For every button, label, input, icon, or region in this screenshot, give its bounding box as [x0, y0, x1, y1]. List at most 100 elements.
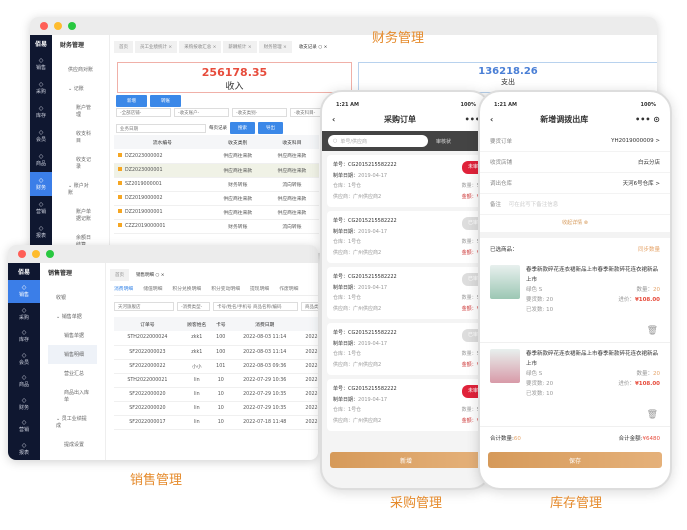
nav-item[interactable]: ◇ 库存	[30, 100, 52, 124]
search-button[interactable]: 搜索	[230, 122, 255, 134]
menu-item[interactable]: ⌄ 记账	[60, 79, 101, 98]
back-icon[interactable]: ‹	[490, 115, 493, 124]
order-card[interactable]: 单号：CG2015215582222 制单日期：2019-04-17 仓库：1号…	[327, 323, 489, 375]
table-row[interactable]: DZ2023000001 供应商往来款 供应商往来款	[114, 163, 319, 178]
save-button[interactable]: 保存	[488, 452, 662, 468]
nav-item[interactable]: ◇ 营销	[8, 415, 40, 438]
back-icon[interactable]: ‹	[332, 115, 335, 124]
table-row[interactable]: STH2022000021 lin 10 2022-07-29 10:36 2022-	[114, 373, 318, 388]
nav-item[interactable]: ◇ 销售	[8, 280, 40, 303]
page-tab[interactable]: 采购按收汇总 ×	[179, 41, 222, 53]
table-row[interactable]: STH2022000024 zkk1 100 2022-08-03 11:14 2022…	[114, 331, 318, 346]
type-select[interactable]: -消费类型-	[177, 302, 210, 311]
form-field[interactable]: 调出仓库 天河6号仓库 >	[480, 173, 670, 194]
account-select[interactable]: -收支账户-	[174, 108, 229, 117]
nav-item[interactable]: ◇ 商品	[30, 148, 52, 172]
sub-tab[interactable]: 积分兑换明细	[172, 285, 201, 292]
nav-item[interactable]: ◇ 报表	[8, 438, 40, 461]
table-row[interactable]: SF2022000020 lin 10 2022-07-29 10:35 2022-	[114, 387, 318, 402]
category-select[interactable]: -收支类别-	[232, 108, 287, 117]
page-tab[interactable]: 薪酬统计 ×	[223, 41, 257, 53]
table-row[interactable]: SF2022000023 zkk1 100 2022-08-03 11:14 2022-	[114, 345, 318, 360]
nav-item[interactable]: ◇ 报表	[30, 220, 52, 244]
menu-item[interactable]: 提成设置	[48, 435, 97, 454]
menu-item[interactable]: ⌄ 账户对账	[60, 176, 101, 202]
sub-tab[interactable]: 消费明细	[114, 285, 133, 292]
sync-quantity-button[interactable]: 同步数量	[638, 245, 660, 253]
table-row[interactable]: SF2022000017 lin 10 2022-07-18 11:48 2022-	[114, 415, 318, 430]
table-row[interactable]: DZ2023000002 供应商往来款 供应商往来款	[114, 149, 319, 164]
checkbox[interactable]	[118, 209, 122, 213]
table-row[interactable]: DZ2019000002 供应商往来款 供应商往来款	[114, 191, 319, 206]
search-input[interactable]: ○ 单号/供应商	[328, 135, 428, 147]
goods-input[interactable]: 商品类别	[301, 302, 318, 311]
table-row[interactable]: SF2022000022 小小 101 2022-08-03 09:36 2022-	[114, 359, 318, 374]
sub-tab[interactable]: 提现明细	[250, 285, 269, 292]
table-row[interactable]: SF2022000020 lin 10 2022-07-29 10:35 2022-	[114, 401, 318, 416]
store-select[interactable]: 天河旗舰店	[114, 302, 174, 311]
table-row[interactable]: SZ2019000001 财务转账 流向转账	[114, 177, 319, 192]
date-field[interactable]: 业务日期	[116, 123, 206, 133]
minimize-button[interactable]	[54, 22, 62, 30]
sub-tab[interactable]: 作废明细	[279, 285, 298, 292]
order-card[interactable]: 单号：CG2015215582222 制单日期：2019-04-17 仓库：1号…	[327, 155, 489, 207]
sub-tab[interactable]: 储值明细	[143, 285, 162, 292]
nav-item[interactable]: ◇ 会员	[8, 348, 40, 371]
nav-item[interactable]: ◇ 商品	[8, 370, 40, 393]
nav-item[interactable]: ◇ 营销	[30, 196, 52, 220]
checkbox[interactable]	[118, 223, 122, 227]
table-row[interactable]: CZZ2019000001 财务转账 流向转账	[114, 219, 319, 234]
page-size-select[interactable]: 每页记录	[209, 125, 227, 131]
more-icon[interactable]: ••• ⊙	[635, 115, 660, 124]
store-select[interactable]: -全部店铺-	[116, 108, 171, 117]
nav-item[interactable]: ◇ 采购	[8, 303, 40, 326]
export-button[interactable]: 导出	[258, 122, 283, 134]
trash-icon[interactable]: 🗑	[647, 410, 658, 420]
minimize-button[interactable]	[32, 250, 40, 258]
nav-item[interactable]: ◇ 库存	[8, 325, 40, 348]
menu-item[interactable]: 销售单据	[48, 326, 97, 345]
form-field[interactable]: 要货订单 YH2019000009 >	[480, 131, 670, 152]
nav-item[interactable]: ◇ 会员	[30, 124, 52, 148]
transfer-button[interactable]: 转账	[150, 95, 181, 107]
menu-item[interactable]: ⌄ 员工业绩提成	[48, 409, 97, 435]
menu-item[interactable]: 收支科目	[60, 124, 101, 150]
menu-item[interactable]: 商品出入库单	[48, 383, 97, 409]
table-row[interactable]: DZ2019000001 供应商往来款 供应商往来款	[114, 205, 319, 220]
add-button[interactable]: 新增	[116, 95, 147, 107]
menu-item[interactable]: 员工提成汇总	[48, 454, 97, 460]
nav-item[interactable]: ◇ 财务	[30, 172, 52, 196]
collapse-button[interactable]: 收起详情 ⊗	[480, 215, 670, 232]
maximize-button[interactable]	[68, 22, 76, 30]
maximize-button[interactable]	[46, 250, 54, 258]
page-tab[interactable]: 员工业绩统计 ×	[135, 41, 178, 53]
checkbox[interactable]	[118, 195, 122, 199]
close-button[interactable]	[40, 22, 48, 30]
order-card[interactable]: 单号：CG2015215582222 制单日期：2019-04-17 仓库：1号…	[327, 211, 489, 263]
add-button[interactable]: 新增	[330, 452, 482, 468]
checkbox[interactable]	[118, 167, 122, 171]
page-tab[interactable]: 首页	[114, 41, 133, 53]
menu-item[interactable]: 账户管理	[60, 98, 101, 124]
checkbox[interactable]	[118, 181, 122, 185]
menu-item[interactable]: 销售明细	[48, 345, 97, 364]
order-card[interactable]: 单号：CG2015215582222 制单日期：2019-04-17 仓库：1号…	[327, 379, 489, 431]
menu-item[interactable]: 营业汇总	[48, 364, 97, 383]
menu-item[interactable]: 收银	[48, 288, 97, 307]
form-field[interactable]: 收货店铺 白云分店	[480, 152, 670, 173]
trash-icon[interactable]: 🗑	[647, 326, 658, 336]
nav-item[interactable]: ◇ 采购	[30, 76, 52, 100]
keyword-input[interactable]: 卡号/姓名/手机号 商品名称/编码	[213, 302, 298, 311]
nav-item[interactable]: ◇ 销售	[30, 52, 52, 76]
page-tab[interactable]: 收支记录 ○ ×	[293, 41, 333, 53]
status-filter[interactable]: 审核状	[436, 138, 451, 145]
menu-item[interactable]: 供应商对账	[60, 60, 101, 79]
remark-input[interactable]: 可在此写下备注信息	[509, 202, 559, 208]
checkbox[interactable]	[118, 152, 122, 157]
menu-item[interactable]: ⌄ 销售单据	[48, 307, 97, 326]
close-button[interactable]	[18, 250, 26, 258]
page-tab[interactable]: 销售明细 ○ ×	[131, 269, 170, 281]
sub-tab[interactable]: 积分变动明细	[211, 285, 240, 292]
page-tab[interactable]: 财务管理 ×	[258, 41, 292, 53]
page-tab[interactable]: 首页	[110, 269, 129, 281]
